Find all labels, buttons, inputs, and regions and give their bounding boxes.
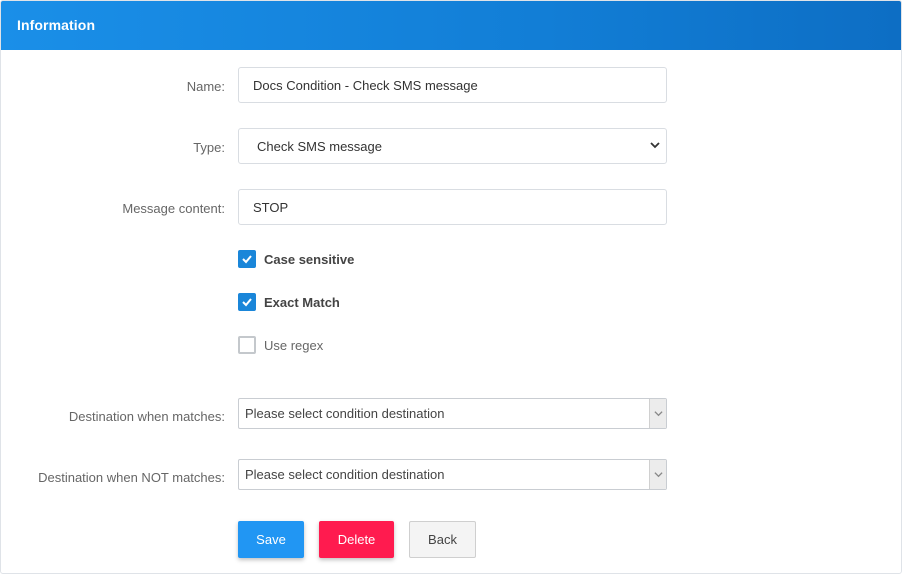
message-content-label: Message content: [122,201,225,216]
case-sensitive-checkbox[interactable] [238,250,256,268]
use-regex-option[interactable]: Use regex [238,336,323,354]
chevron-down-icon [650,142,660,149]
type-select-value: Check SMS message [257,138,382,154]
chevron-down-icon [653,411,663,417]
checkmark-icon [242,298,252,307]
dest-match-arrow[interactable] [649,399,666,428]
dest-match-placeholder: Please select condition destination [245,406,445,421]
information-panel: Information Name: Docs Condition - Check… [0,0,902,574]
case-sensitive-label: Case sensitive [264,251,355,267]
exact-match-option[interactable]: Exact Match [238,293,340,311]
dest-not-match-label: Destination when NOT matches: [38,470,225,485]
dest-not-match-arrow[interactable] [649,460,666,489]
case-sensitive-option[interactable]: Case sensitive [238,250,354,268]
dest-not-match-select[interactable]: Please select condition destination [238,459,667,490]
panel-header: Information [1,1,901,50]
exact-match-checkbox[interactable] [238,293,256,311]
dest-match-select[interactable]: Please select condition destination [238,398,667,429]
back-button[interactable]: Back [409,521,476,558]
type-label: Type: [193,140,225,155]
checkmark-icon [242,255,252,264]
type-select[interactable]: Check SMS message [238,128,667,164]
dest-not-match-placeholder: Please select condition destination [245,467,445,482]
delete-button[interactable]: Delete [319,521,394,558]
name-label: Name: [186,79,225,94]
dest-match-label: Destination when matches: [68,409,225,424]
chevron-down-icon [653,472,663,478]
use-regex-checkbox[interactable] [238,336,256,354]
use-regex-label: Use regex [264,337,324,353]
save-button[interactable]: Save [238,521,304,558]
panel-title: Information [17,17,96,33]
message-content-input[interactable]: STOP [238,189,667,225]
name-input[interactable]: Docs Condition - Check SMS message [238,67,667,103]
exact-match-label: Exact Match [264,294,340,310]
